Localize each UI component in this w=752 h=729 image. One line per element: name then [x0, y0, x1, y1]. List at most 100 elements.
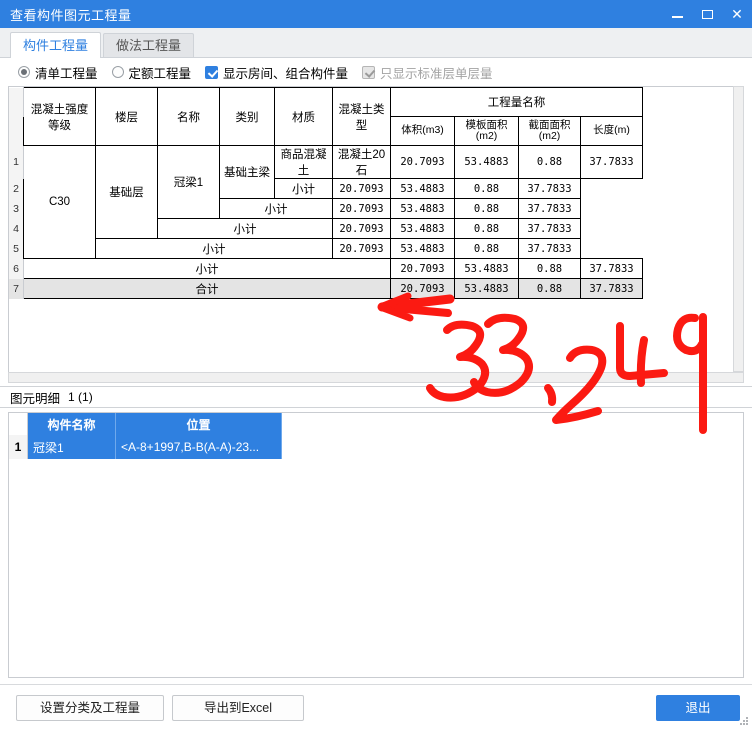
grid-vertical-scrollbar[interactable] — [733, 86, 744, 372]
radio-norm-quantity-label: 定额工程量 — [128, 66, 192, 81]
cell-material: 商品混凝土 — [274, 145, 333, 179]
checkbox-option-show-room[interactable]: 显示房间、组合构件量 — [205, 63, 348, 82]
footer-bar: 设置分类及工程量 导出到Excel 退出 — [0, 684, 752, 729]
cell-length: 37.7833 — [518, 238, 581, 259]
window-controls: ✕ — [662, 0, 752, 28]
checkbox-disabled-icon — [362, 65, 376, 79]
row-number: 7 — [9, 278, 24, 299]
row-number: 2 — [9, 178, 24, 199]
cell-section: 0.88 — [518, 145, 581, 179]
cell-name: 冠梁1 — [157, 145, 220, 219]
radio-option-norm-quantity[interactable]: 定额工程量 — [111, 63, 192, 82]
detail-cell-position: <A-8+1997,B-B(A-A)-23... — [115, 435, 282, 459]
table-row[interactable]: 1 C30 基础层 冠梁1 基础主梁 商品混凝土 混凝土20石 20.7093 … — [9, 145, 643, 259]
maximize-icon — [701, 9, 713, 19]
radio-option-list-quantity[interactable]: 清单工程量 — [18, 63, 98, 82]
row-number: 4 — [9, 218, 24, 239]
cell-length: 37.7833 — [518, 178, 581, 199]
cell-formwork: 53.4883 — [390, 178, 455, 199]
header-concrete-type[interactable]: 混凝土类型 — [332, 87, 391, 146]
exit-button[interactable]: 退出 — [656, 695, 740, 721]
cell-formwork: 53.4883 — [390, 198, 455, 219]
tab-strip: 构件工程量 做法工程量 — [0, 28, 752, 58]
cell-section: 0.88 — [454, 178, 519, 199]
export-excel-button[interactable]: 导出到Excel — [172, 695, 304, 721]
set-classification-button[interactable]: 设置分类及工程量 — [16, 695, 164, 721]
title-bar: 查看构件图元工程量 ✕ — [0, 0, 752, 28]
cell-subtotal-label: 小计 — [157, 218, 333, 239]
corner-cell — [9, 87, 24, 117]
quantity-grid[interactable]: 混凝土强度等级 楼层 名称 类别 材质 混凝土类型 工程量名称 体积(m3) 模… — [8, 86, 744, 372]
cell-section: 0.88 — [518, 278, 581, 299]
detail-header-row: 构件名称 位置 — [9, 413, 282, 435]
detail-title: 图元明细 — [10, 391, 61, 406]
cell-section: 0.88 — [454, 238, 519, 259]
radio-unselected-icon — [111, 66, 124, 78]
row-number: 1 — [9, 145, 24, 179]
header-section-area[interactable]: 截面面积(m2) — [518, 116, 581, 146]
cell-formwork: 53.4883 — [454, 278, 519, 299]
detail-header-position[interactable]: 位置 — [115, 413, 282, 435]
cell-length: 37.7833 — [518, 198, 581, 219]
checkbox-standard-floor-label: 只显示标准层单层量 — [380, 66, 493, 81]
cell-volume: 20.7093 — [332, 218, 391, 239]
cell-total-label: 合计 — [23, 278, 391, 299]
checkbox-option-standard-floor: 只显示标准层单层量 — [362, 63, 493, 82]
cell-length: 37.7833 — [580, 278, 643, 299]
checkbox-checked-icon — [205, 65, 219, 79]
header-floor[interactable]: 楼层 — [95, 87, 158, 146]
header-name[interactable]: 名称 — [157, 87, 220, 146]
cell-formwork: 53.4883 — [454, 145, 519, 179]
header-volume[interactable]: 体积(m3) — [390, 116, 455, 146]
detail-header-component-name[interactable]: 构件名称 — [27, 413, 116, 435]
row-number: 6 — [9, 258, 24, 279]
cell-section: 0.88 — [454, 218, 519, 239]
maximize-button[interactable] — [692, 0, 722, 28]
resize-grip[interactable] — [739, 716, 749, 726]
checkbox-show-room-label: 显示房间、组合构件量 — [223, 66, 349, 81]
options-row: 清单工程量 定额工程量 显示房间、组合构件量 只显示标准层单层量 — [0, 58, 752, 86]
cell-subtotal-label: 小计 — [274, 178, 333, 199]
close-button[interactable]: ✕ — [722, 0, 752, 28]
radio-list-quantity-label: 清单工程量 — [35, 66, 98, 81]
header-concrete-grade[interactable]: 混凝土强度等级 — [23, 87, 96, 146]
detail-panel-header: 图元明细 1 (1) — [0, 386, 752, 408]
cell-concrete-type: 混凝土20石 — [332, 145, 391, 179]
header-material[interactable]: 材质 — [274, 87, 333, 146]
cell-floor: 基础层 — [95, 145, 158, 239]
detail-table: 构件名称 位置 1 冠梁1 <A-8+1997,B-B(A-A)-23... — [9, 413, 282, 459]
tab-component-quantity[interactable]: 构件工程量 — [10, 32, 102, 58]
row-number: 3 — [9, 198, 24, 219]
grid-horizontal-scrollbar[interactable] — [8, 372, 744, 383]
detail-corner-cell — [9, 413, 28, 435]
cell-subtotal-label: 小计 — [23, 258, 391, 279]
detail-panel[interactable]: 构件名称 位置 1 冠梁1 <A-8+1997,B-B(A-A)-23... — [8, 412, 744, 678]
header-quantity-group: 工程量名称 — [390, 87, 643, 117]
table-row-total[interactable]: 7 合计 20.7093 53.4883 0.88 37.7833 — [9, 278, 643, 299]
cell-length: 37.7833 — [580, 258, 643, 279]
table-row[interactable]: 6 小计 20.7093 53.4883 0.88 37.7833 — [9, 258, 643, 279]
cell-volume: 20.7093 — [390, 145, 455, 179]
table-header-row: 混凝土强度等级 楼层 名称 类别 材质 混凝土类型 工程量名称 — [9, 87, 643, 146]
header-formwork-area[interactable]: 模板面积(m2) — [454, 116, 519, 146]
table-row[interactable]: 5 小计 20.7093 53.4883 0.88 37.7833 — [9, 238, 643, 259]
cell-formwork: 53.4883 — [454, 258, 519, 279]
cell-subtotal-label: 小计 — [95, 238, 333, 259]
cell-volume: 20.7093 — [390, 278, 455, 299]
header-length[interactable]: 长度(m) — [580, 116, 643, 146]
cell-section: 0.88 — [454, 198, 519, 219]
cell-volume: 20.7093 — [332, 238, 391, 259]
tab-method-quantity[interactable]: 做法工程量 — [103, 33, 195, 57]
minimize-button[interactable] — [662, 0, 692, 28]
cell-length: 37.7833 — [518, 218, 581, 239]
cell-subtotal-label: 小计 — [219, 198, 333, 219]
quantity-table: 混凝土强度等级 楼层 名称 类别 材质 混凝土类型 工程量名称 体积(m3) 模… — [9, 87, 643, 299]
detail-row[interactable]: 1 冠梁1 <A-8+1997,B-B(A-A)-23... — [9, 435, 282, 459]
detail-row-number: 1 — [9, 435, 28, 459]
header-category[interactable]: 类别 — [219, 87, 275, 146]
detail-count: 1 (1) — [68, 390, 93, 404]
minimize-icon — [671, 16, 683, 18]
radio-selected-icon — [18, 66, 30, 78]
cell-volume: 20.7093 — [390, 258, 455, 279]
row-number: 5 — [9, 238, 24, 259]
